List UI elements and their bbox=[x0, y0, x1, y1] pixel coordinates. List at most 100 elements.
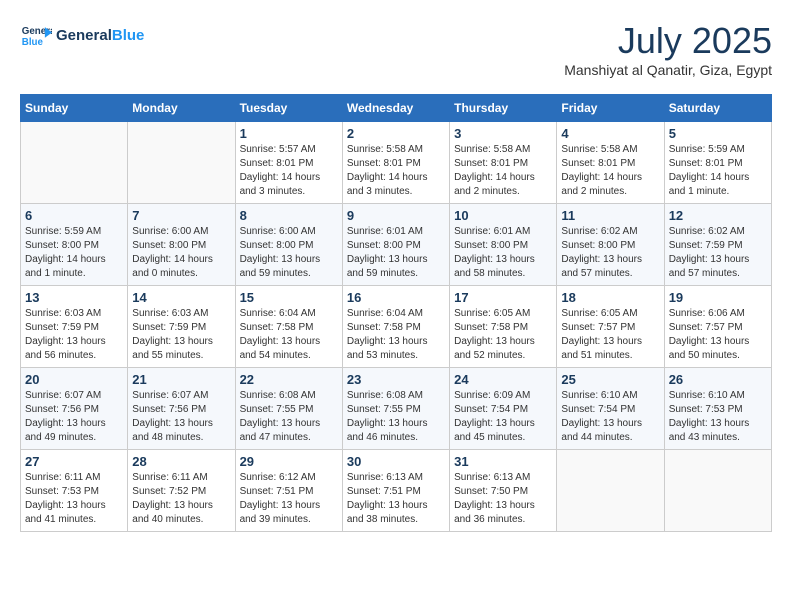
day-info: Sunrise: 5:57 AM Sunset: 8:01 PM Dayligh… bbox=[240, 143, 338, 199]
month-title: July 2025 bbox=[564, 20, 772, 62]
day-number: 12 bbox=[669, 208, 767, 223]
day-info: Sunrise: 6:02 AM Sunset: 7:59 PM Dayligh… bbox=[669, 225, 767, 281]
day-number: 24 bbox=[454, 372, 552, 387]
day-number: 11 bbox=[561, 208, 659, 223]
calendar-cell: 22Sunrise: 6:08 AM Sunset: 7:55 PM Dayli… bbox=[235, 368, 342, 450]
calendar-cell bbox=[21, 122, 128, 204]
weekday-header: Thursday bbox=[450, 95, 557, 122]
day-number: 9 bbox=[347, 208, 445, 223]
calendar-cell: 7Sunrise: 6:00 AM Sunset: 8:00 PM Daylig… bbox=[128, 204, 235, 286]
day-number: 25 bbox=[561, 372, 659, 387]
day-number: 26 bbox=[669, 372, 767, 387]
calendar-cell: 26 Sunrise: 6:10 AM Sunset: 7:53 PM Dayli… bbox=[664, 368, 771, 450]
day-info: Sunrise: 6:03 AM Sunset: 7:59 PM Dayligh… bbox=[132, 307, 230, 363]
day-number: 18 bbox=[561, 290, 659, 305]
calendar-cell: 2Sunrise: 5:58 AM Sunset: 8:01 PM Daylig… bbox=[342, 122, 449, 204]
logo-icon: General Blue bbox=[20, 20, 52, 52]
calendar-cell: 19Sunrise: 6:06 AM Sunset: 7:57 PM Dayli… bbox=[664, 286, 771, 368]
calendar-cell: 16 Sunrise: 6:04 AM Sunset: 7:58 PM Dayli… bbox=[342, 286, 449, 368]
day-info: Sunrise: 6:06 AM Sunset: 7:57 PM Dayligh… bbox=[669, 307, 767, 363]
day-info: Sunrise: 6:12 AM Sunset: 7:51 PM Dayligh… bbox=[240, 471, 338, 527]
day-info: Sunrise: 6:01 AM Sunset: 8:00 PM Dayligh… bbox=[454, 225, 552, 281]
calendar-cell: 5Sunrise: 5:59 AM Sunset: 8:01 PM Daylig… bbox=[664, 122, 771, 204]
day-number: 20 bbox=[25, 372, 123, 387]
calendar-cell: 13 Sunrise: 6:03 AM Sunset: 7:59 PM Dayli… bbox=[21, 286, 128, 368]
calendar-week-row: 20 Sunrise: 6:07 AM Sunset: 7:56 PM Dayli… bbox=[21, 368, 772, 450]
calendar-cell: 18 Sunrise: 6:05 AM Sunset: 7:57 PM Dayli… bbox=[557, 286, 664, 368]
calendar-cell bbox=[557, 450, 664, 532]
calendar-cell: 3Sunrise: 5:58 AM Sunset: 8:01 PM Daylig… bbox=[450, 122, 557, 204]
day-info: Sunrise: 6:03 AM Sunset: 7:59 PM Dayligh… bbox=[25, 307, 123, 363]
day-info: Sunrise: 6:13 AM Sunset: 7:50 PM Dayligh… bbox=[454, 471, 552, 527]
day-info: Sunrise: 6:07 AM Sunset: 7:56 PM Dayligh… bbox=[132, 389, 230, 445]
calendar-cell: 10 Sunrise: 6:01 AM Sunset: 8:00 PM Dayli… bbox=[450, 204, 557, 286]
day-number: 30 bbox=[347, 454, 445, 469]
day-number: 21 bbox=[132, 372, 230, 387]
title-block: July 2025 Manshiyat al Qanatir, Giza, Eg… bbox=[564, 20, 772, 78]
calendar-cell: 23Sunrise: 6:08 AM Sunset: 7:55 PM Dayli… bbox=[342, 368, 449, 450]
calendar-cell: 14 Sunrise: 6:03 AM Sunset: 7:59 PM Dayli… bbox=[128, 286, 235, 368]
day-info: Sunrise: 6:09 AM Sunset: 7:54 PM Dayligh… bbox=[454, 389, 552, 445]
day-number: 6 bbox=[25, 208, 123, 223]
calendar-cell: 30 Sunrise: 6:13 AM Sunset: 7:51 PM Dayli… bbox=[342, 450, 449, 532]
calendar-cell: 9 Sunrise: 6:01 AM Sunset: 8:00 PM Daylig… bbox=[342, 204, 449, 286]
page-header: General Blue GeneralBlue July 2025 Mansh… bbox=[20, 20, 772, 78]
day-info: Sunrise: 6:00 AM Sunset: 8:00 PM Dayligh… bbox=[132, 225, 230, 281]
day-info: Sunrise: 6:01 AM Sunset: 8:00 PM Dayligh… bbox=[347, 225, 445, 281]
calendar-cell: 20 Sunrise: 6:07 AM Sunset: 7:56 PM Dayli… bbox=[21, 368, 128, 450]
calendar-week-row: 13 Sunrise: 6:03 AM Sunset: 7:59 PM Dayli… bbox=[21, 286, 772, 368]
day-info: Sunrise: 6:02 AM Sunset: 8:00 PM Dayligh… bbox=[561, 225, 659, 281]
calendar-cell: 12 Sunrise: 6:02 AM Sunset: 7:59 PM Dayli… bbox=[664, 204, 771, 286]
day-number: 16 bbox=[347, 290, 445, 305]
day-number: 17 bbox=[454, 290, 552, 305]
calendar-cell: 4 Sunrise: 5:58 AM Sunset: 8:01 PM Daylig… bbox=[557, 122, 664, 204]
day-number: 10 bbox=[454, 208, 552, 223]
calendar-body: 1 Sunrise: 5:57 AM Sunset: 8:01 PM Daylig… bbox=[21, 122, 772, 532]
calendar-cell: 1 Sunrise: 5:57 AM Sunset: 8:01 PM Daylig… bbox=[235, 122, 342, 204]
weekday-header: Wednesday bbox=[342, 95, 449, 122]
day-info: Sunrise: 6:11 AM Sunset: 7:53 PM Dayligh… bbox=[25, 471, 123, 527]
calendar-header-row: SundayMondayTuesdayWednesdayThursdayFrid… bbox=[21, 95, 772, 122]
day-number: 23 bbox=[347, 372, 445, 387]
day-number: 27 bbox=[25, 454, 123, 469]
day-number: 13 bbox=[25, 290, 123, 305]
day-number: 31 bbox=[454, 454, 552, 469]
day-info: Sunrise: 6:10 AM Sunset: 7:53 PM Dayligh… bbox=[669, 389, 767, 445]
day-info: Sunrise: 6:07 AM Sunset: 7:56 PM Dayligh… bbox=[25, 389, 123, 445]
day-number: 14 bbox=[132, 290, 230, 305]
calendar-cell: 25 Sunrise: 6:10 AM Sunset: 7:54 PM Dayli… bbox=[557, 368, 664, 450]
day-info: Sunrise: 5:58 AM Sunset: 8:01 PM Dayligh… bbox=[561, 143, 659, 199]
weekday-header: Saturday bbox=[664, 95, 771, 122]
svg-text:Blue: Blue bbox=[22, 37, 44, 48]
calendar-cell bbox=[128, 122, 235, 204]
day-info: Sunrise: 6:13 AM Sunset: 7:51 PM Dayligh… bbox=[347, 471, 445, 527]
calendar-week-row: 1 Sunrise: 5:57 AM Sunset: 8:01 PM Daylig… bbox=[21, 122, 772, 204]
calendar-cell: 6 Sunrise: 5:59 AM Sunset: 8:00 PM Daylig… bbox=[21, 204, 128, 286]
calendar-cell: 29 Sunrise: 6:12 AM Sunset: 7:51 PM Dayli… bbox=[235, 450, 342, 532]
day-info: Sunrise: 6:10 AM Sunset: 7:54 PM Dayligh… bbox=[561, 389, 659, 445]
day-number: 29 bbox=[240, 454, 338, 469]
calendar-table: SundayMondayTuesdayWednesdayThursdayFrid… bbox=[20, 94, 772, 532]
weekday-header: Monday bbox=[128, 95, 235, 122]
day-info: Sunrise: 6:04 AM Sunset: 7:58 PM Dayligh… bbox=[347, 307, 445, 363]
calendar-cell bbox=[664, 450, 771, 532]
day-number: 4 bbox=[561, 126, 659, 141]
day-info: Sunrise: 6:05 AM Sunset: 7:57 PM Dayligh… bbox=[561, 307, 659, 363]
day-info: Sunrise: 6:05 AM Sunset: 7:58 PM Dayligh… bbox=[454, 307, 552, 363]
calendar-cell: 24 Sunrise: 6:09 AM Sunset: 7:54 PM Dayli… bbox=[450, 368, 557, 450]
location: Manshiyat al Qanatir, Giza, Egypt bbox=[564, 62, 772, 78]
calendar-cell: 17 Sunrise: 6:05 AM Sunset: 7:58 PM Dayli… bbox=[450, 286, 557, 368]
day-info: Sunrise: 6:08 AM Sunset: 7:55 PM Dayligh… bbox=[240, 389, 338, 445]
day-number: 1 bbox=[240, 126, 338, 141]
day-info: Sunrise: 5:58 AM Sunset: 8:01 PM Dayligh… bbox=[454, 143, 552, 199]
day-info: Sunrise: 5:59 AM Sunset: 8:00 PM Dayligh… bbox=[25, 225, 123, 281]
calendar-week-row: 27 Sunrise: 6:11 AM Sunset: 7:53 PM Dayli… bbox=[21, 450, 772, 532]
calendar-cell: 31 Sunrise: 6:13 AM Sunset: 7:50 PM Dayli… bbox=[450, 450, 557, 532]
weekday-header: Friday bbox=[557, 95, 664, 122]
day-number: 28 bbox=[132, 454, 230, 469]
logo: General Blue GeneralBlue bbox=[20, 20, 144, 52]
weekday-header: Tuesday bbox=[235, 95, 342, 122]
logo-text: GeneralBlue bbox=[56, 27, 144, 44]
calendar-cell: 11 Sunrise: 6:02 AM Sunset: 8:00 PM Dayli… bbox=[557, 204, 664, 286]
day-info: Sunrise: 6:04 AM Sunset: 7:58 PM Dayligh… bbox=[240, 307, 338, 363]
